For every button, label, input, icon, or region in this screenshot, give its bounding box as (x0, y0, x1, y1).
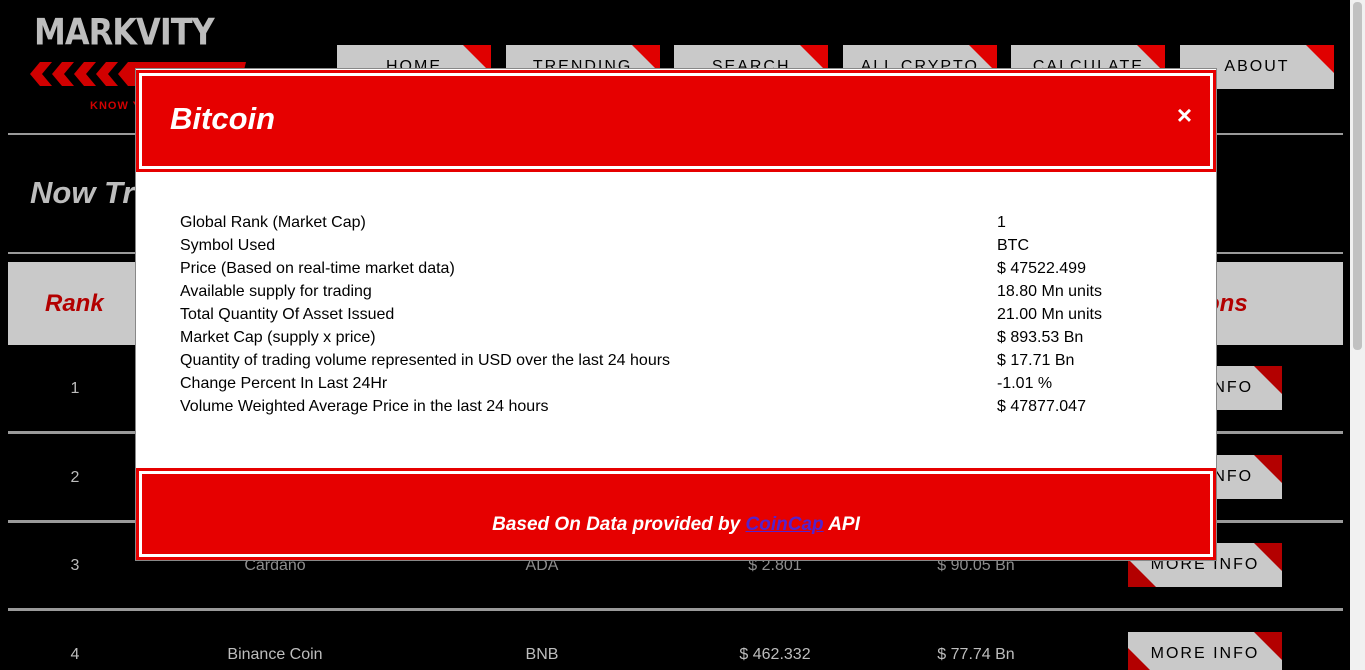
modal-title: Bitcoin (170, 101, 276, 136)
detail-label: Market Cap (supply x price) (180, 329, 376, 346)
detail-label: Global Rank (Market Cap) (180, 214, 366, 231)
detail-value: $ 47522.499 (997, 260, 1086, 277)
scrollbar-thumb[interactable] (1353, 2, 1362, 350)
modal-details: Global Rank (Market Cap) 1 Symbol Used BTC… (180, 214, 1180, 421)
modal-header: Bitcoin × (136, 70, 1216, 172)
page-scrollbar[interactable] (1350, 0, 1365, 670)
detail-row: Change Percent In Last 24Hr -1.01 % (180, 375, 1180, 398)
detail-row: Quantity of trading volume represented i… (180, 352, 1180, 375)
corner-decoration-icon (1305, 45, 1334, 73)
corner-decoration-icon (1254, 543, 1282, 571)
detail-row: Global Rank (Market Cap) 1 (180, 214, 1180, 237)
logo-text: MARKVITY (34, 10, 215, 54)
corner-decoration-icon (1254, 366, 1282, 394)
attribution-prefix: Based On Data provided by (492, 514, 746, 535)
cell-rank: 1 (70, 379, 80, 397)
nav-about-label: ABOUT (1224, 58, 1290, 75)
detail-row: Volume Weighted Average Price in the las… (180, 398, 1180, 421)
detail-row: Market Cap (supply x price) $ 893.53 Bn (180, 329, 1180, 352)
corner-decoration-icon (1254, 632, 1282, 660)
detail-label: Change Percent In Last 24Hr (180, 375, 388, 392)
logo-tagline: KNOW Y (90, 100, 142, 112)
detail-value: -1.01 % (997, 375, 1053, 392)
corner-decoration-icon (1254, 455, 1282, 483)
cell-rank: 3 (70, 556, 80, 574)
detail-row: Available supply for trading 18.80 Mn uni… (180, 283, 1180, 306)
coincap-link[interactable]: CoinCap (746, 514, 824, 535)
cell-rank: 4 (70, 645, 80, 663)
detail-row: Price (Based on real-time market data) $ … (180, 260, 1180, 283)
detail-row: Symbol Used BTC (180, 237, 1180, 260)
attribution-text: Based On Data provided by CoinCap API (492, 514, 860, 536)
more-info-button[interactable]: MORE INFO (1128, 632, 1282, 670)
corner-decoration-icon (1128, 648, 1156, 670)
close-icon[interactable]: × (1177, 102, 1192, 128)
detail-value: 21.00 Mn units (997, 306, 1102, 323)
detail-value: $ 893.53 Bn (997, 329, 1084, 346)
detail-value: 1 (997, 214, 1006, 231)
detail-row: Total Quantity Of Asset Issued 21.00 Mn u… (180, 306, 1180, 329)
header-rank: Rank (45, 289, 104, 317)
detail-label: Price (Based on real-time market data) (180, 260, 455, 277)
detail-label: Symbol Used (180, 237, 276, 254)
detail-value: $ 47877.047 (997, 398, 1086, 415)
more-info-label: MORE INFO (1150, 645, 1260, 662)
table-row: 4 Binance Coin BNB $ 462.332 $ 77.74 Bn … (8, 611, 1343, 670)
cell-rank: 2 (70, 468, 80, 486)
cell-market-cap: $ 77.74 Bn (937, 645, 1015, 663)
corner-decoration-icon (1128, 559, 1156, 587)
detail-label: Available supply for trading (180, 283, 372, 300)
detail-value: 18.80 Mn units (997, 283, 1102, 300)
cell-name: Binance Coin (227, 645, 323, 663)
detail-label: Total Quantity Of Asset Issued (180, 306, 395, 323)
detail-value: $ 17.71 Bn (997, 352, 1075, 369)
attribution-suffix: API (823, 514, 860, 535)
section-title: Now Tr (30, 175, 135, 210)
coin-info-modal: Bitcoin × Global Rank (Market Cap) 1 Symb… (135, 68, 1217, 561)
cell-price: $ 462.332 (739, 645, 811, 663)
detail-label: Quantity of trading volume represented i… (180, 352, 671, 369)
cell-symbol: BNB (525, 645, 559, 663)
modal-footer: Based On Data provided by CoinCap API (136, 468, 1216, 560)
detail-value: BTC (997, 237, 1029, 254)
detail-label: Volume Weighted Average Price in the las… (180, 398, 549, 415)
